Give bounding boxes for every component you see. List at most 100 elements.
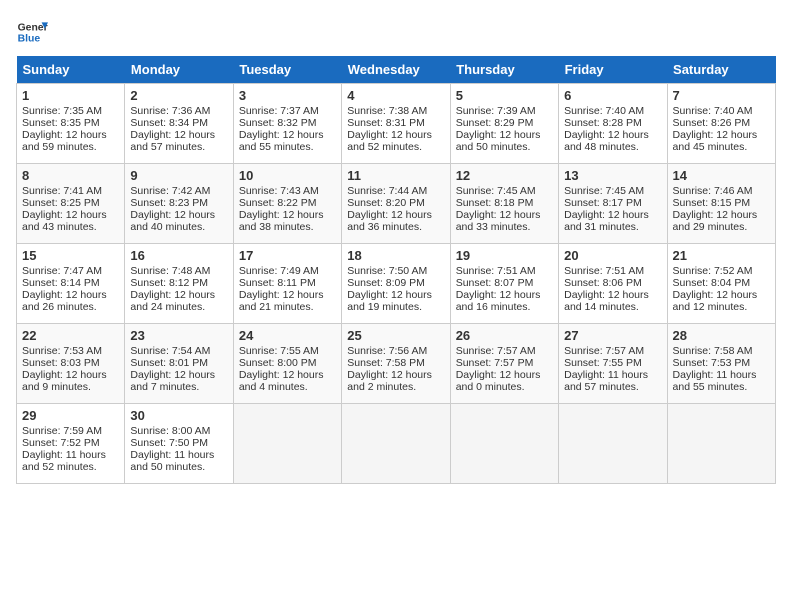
day-number: 21 (673, 248, 770, 263)
sunset-label: Sunset: 8:31 PM (347, 117, 425, 129)
day-number: 13 (564, 168, 661, 183)
logo: General Blue (16, 16, 48, 48)
calendar-cell: 19 Sunrise: 7:51 AM Sunset: 8:07 PM Dayl… (450, 244, 558, 324)
sunset-label: Sunset: 7:58 PM (347, 357, 425, 369)
calendar-cell: 3 Sunrise: 7:37 AM Sunset: 8:32 PM Dayli… (233, 84, 341, 164)
daylight-label: Daylight: 12 hours and 16 minutes. (456, 289, 541, 313)
daylight-label: Daylight: 12 hours and 4 minutes. (239, 369, 324, 393)
sunset-label: Sunset: 7:50 PM (130, 437, 208, 449)
sunset-label: Sunset: 7:55 PM (564, 357, 642, 369)
calendar-cell: 22 Sunrise: 7:53 AM Sunset: 8:03 PM Dayl… (17, 324, 125, 404)
day-number: 6 (564, 88, 661, 103)
day-number: 9 (130, 168, 227, 183)
sunrise-label: Sunrise: 7:40 AM (673, 105, 753, 117)
sunset-label: Sunset: 8:03 PM (22, 357, 100, 369)
daylight-label: Daylight: 12 hours and 12 minutes. (673, 289, 758, 313)
calendar-cell: 12 Sunrise: 7:45 AM Sunset: 8:18 PM Dayl… (450, 164, 558, 244)
daylight-label: Daylight: 12 hours and 36 minutes. (347, 209, 432, 233)
calendar-cell: 8 Sunrise: 7:41 AM Sunset: 8:25 PM Dayli… (17, 164, 125, 244)
sunrise-label: Sunrise: 7:44 AM (347, 185, 427, 197)
sunset-label: Sunset: 8:32 PM (239, 117, 317, 129)
sunset-label: Sunset: 8:34 PM (130, 117, 208, 129)
calendar-cell: 1 Sunrise: 7:35 AM Sunset: 8:35 PM Dayli… (17, 84, 125, 164)
sunset-label: Sunset: 8:25 PM (22, 197, 100, 209)
calendar-cell: 24 Sunrise: 7:55 AM Sunset: 8:00 PM Dayl… (233, 324, 341, 404)
sunset-label: Sunset: 8:15 PM (673, 197, 751, 209)
sunset-label: Sunset: 8:04 PM (673, 277, 751, 289)
daylight-label: Daylight: 11 hours and 52 minutes. (22, 449, 106, 473)
day-number: 22 (22, 328, 119, 343)
calendar-cell: 20 Sunrise: 7:51 AM Sunset: 8:06 PM Dayl… (559, 244, 667, 324)
day-number: 28 (673, 328, 770, 343)
sunset-label: Sunset: 8:20 PM (347, 197, 425, 209)
calendar-cell: 23 Sunrise: 7:54 AM Sunset: 8:01 PM Dayl… (125, 324, 233, 404)
sunset-label: Sunset: 8:09 PM (347, 277, 425, 289)
weekday-header: Tuesday (233, 56, 341, 84)
day-number: 5 (456, 88, 553, 103)
calendar-cell: 13 Sunrise: 7:45 AM Sunset: 8:17 PM Dayl… (559, 164, 667, 244)
calendar-cell: 27 Sunrise: 7:57 AM Sunset: 7:55 PM Dayl… (559, 324, 667, 404)
day-number: 18 (347, 248, 444, 263)
day-number: 12 (456, 168, 553, 183)
sunset-label: Sunset: 7:57 PM (456, 357, 534, 369)
day-number: 30 (130, 408, 227, 423)
day-number: 1 (22, 88, 119, 103)
weekday-header: Wednesday (342, 56, 450, 84)
sunrise-label: Sunrise: 7:39 AM (456, 105, 536, 117)
calendar-cell: 5 Sunrise: 7:39 AM Sunset: 8:29 PM Dayli… (450, 84, 558, 164)
sunrise-label: Sunrise: 7:38 AM (347, 105, 427, 117)
sunset-label: Sunset: 8:29 PM (456, 117, 534, 129)
sunset-label: Sunset: 8:28 PM (564, 117, 642, 129)
daylight-label: Daylight: 12 hours and 14 minutes. (564, 289, 649, 313)
sunrise-label: Sunrise: 7:45 AM (456, 185, 536, 197)
sunrise-label: Sunrise: 7:51 AM (564, 265, 644, 277)
sunrise-label: Sunrise: 7:42 AM (130, 185, 210, 197)
sunrise-label: Sunrise: 7:52 AM (673, 265, 753, 277)
calendar-cell (233, 404, 341, 484)
daylight-label: Daylight: 12 hours and 0 minutes. (456, 369, 541, 393)
svg-text:Blue: Blue (18, 34, 41, 45)
sunrise-label: Sunrise: 7:45 AM (564, 185, 644, 197)
calendar-table: SundayMondayTuesdayWednesdayThursdayFrid… (16, 56, 776, 484)
sunrise-label: Sunrise: 7:35 AM (22, 105, 102, 117)
calendar-cell: 18 Sunrise: 7:50 AM Sunset: 8:09 PM Dayl… (342, 244, 450, 324)
calendar-cell: 28 Sunrise: 7:58 AM Sunset: 7:53 PM Dayl… (667, 324, 775, 404)
weekday-header: Saturday (667, 56, 775, 84)
calendar-cell: 4 Sunrise: 7:38 AM Sunset: 8:31 PM Dayli… (342, 84, 450, 164)
daylight-label: Daylight: 12 hours and 31 minutes. (564, 209, 649, 233)
calendar-cell: 29 Sunrise: 7:59 AM Sunset: 7:52 PM Dayl… (17, 404, 125, 484)
daylight-label: Daylight: 12 hours and 9 minutes. (22, 369, 107, 393)
day-number: 4 (347, 88, 444, 103)
day-number: 15 (22, 248, 119, 263)
calendar-cell: 21 Sunrise: 7:52 AM Sunset: 8:04 PM Dayl… (667, 244, 775, 324)
daylight-label: Daylight: 12 hours and 33 minutes. (456, 209, 541, 233)
sunset-label: Sunset: 8:14 PM (22, 277, 100, 289)
daylight-label: Daylight: 12 hours and 45 minutes. (673, 129, 758, 153)
day-number: 2 (130, 88, 227, 103)
calendar-cell: 7 Sunrise: 7:40 AM Sunset: 8:26 PM Dayli… (667, 84, 775, 164)
sunset-label: Sunset: 8:06 PM (564, 277, 642, 289)
day-number: 23 (130, 328, 227, 343)
day-number: 14 (673, 168, 770, 183)
calendar-cell: 2 Sunrise: 7:36 AM Sunset: 8:34 PM Dayli… (125, 84, 233, 164)
calendar-cell: 30 Sunrise: 8:00 AM Sunset: 7:50 PM Dayl… (125, 404, 233, 484)
calendar-cell: 16 Sunrise: 7:48 AM Sunset: 8:12 PM Dayl… (125, 244, 233, 324)
sunrise-label: Sunrise: 7:40 AM (564, 105, 644, 117)
sunset-label: Sunset: 8:00 PM (239, 357, 317, 369)
daylight-label: Daylight: 12 hours and 2 minutes. (347, 369, 432, 393)
logo-icon: General Blue (16, 16, 48, 48)
sunset-label: Sunset: 7:52 PM (22, 437, 100, 449)
daylight-label: Daylight: 12 hours and 59 minutes. (22, 129, 107, 153)
day-number: 16 (130, 248, 227, 263)
calendar-cell: 9 Sunrise: 7:42 AM Sunset: 8:23 PM Dayli… (125, 164, 233, 244)
day-number: 26 (456, 328, 553, 343)
sunrise-label: Sunrise: 7:54 AM (130, 345, 210, 357)
sunrise-label: Sunrise: 7:36 AM (130, 105, 210, 117)
day-number: 17 (239, 248, 336, 263)
calendar-cell: 14 Sunrise: 7:46 AM Sunset: 8:15 PM Dayl… (667, 164, 775, 244)
calendar-cell: 6 Sunrise: 7:40 AM Sunset: 8:28 PM Dayli… (559, 84, 667, 164)
sunrise-label: Sunrise: 7:49 AM (239, 265, 319, 277)
daylight-label: Daylight: 12 hours and 48 minutes. (564, 129, 649, 153)
calendar-cell: 26 Sunrise: 7:57 AM Sunset: 7:57 PM Dayl… (450, 324, 558, 404)
daylight-label: Daylight: 12 hours and 57 minutes. (130, 129, 215, 153)
